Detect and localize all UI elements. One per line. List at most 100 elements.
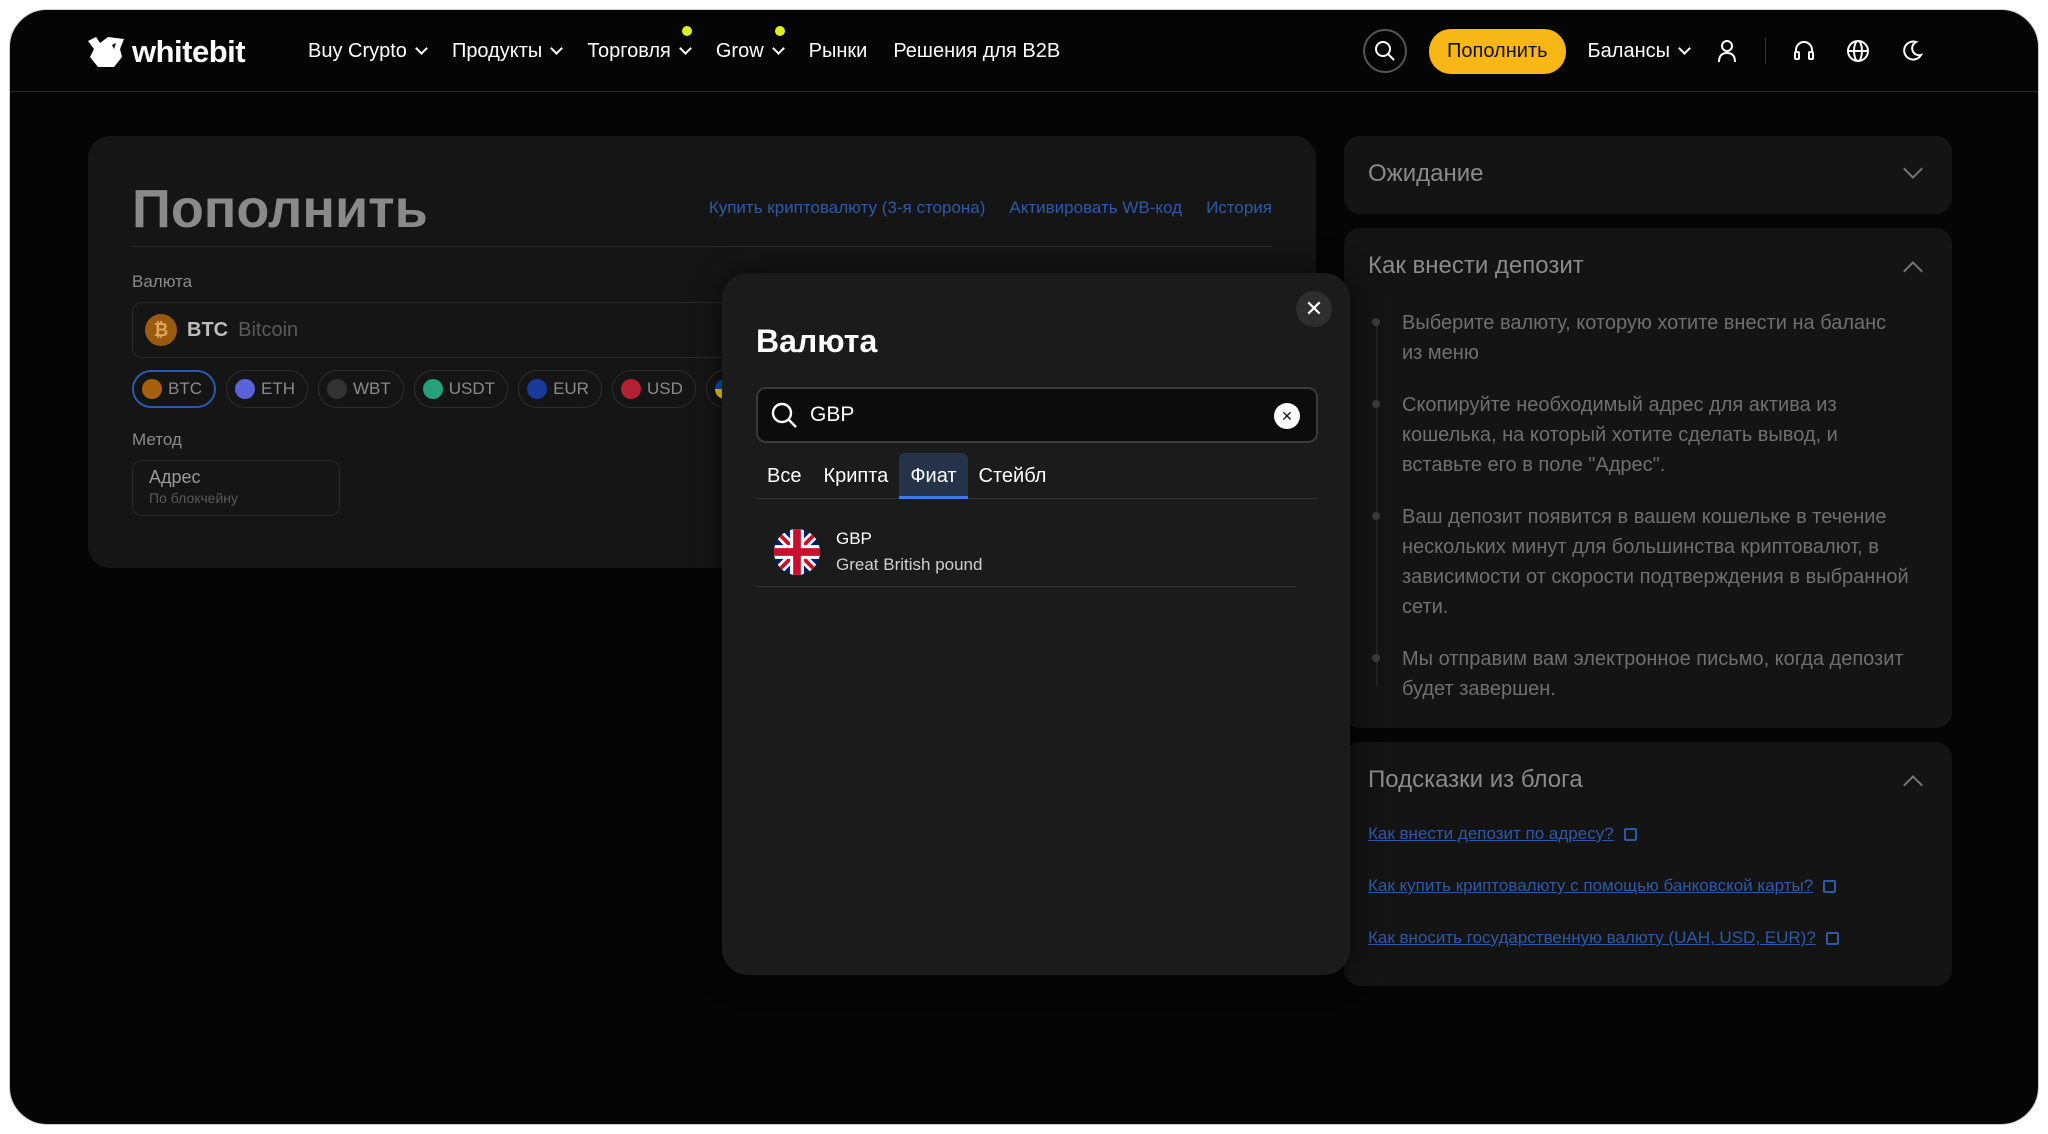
- currency-modal: ✕ Валюта GBP ✕ Все Крипта Фиат Стейбл GB…: [722, 273, 1350, 975]
- external-link-icon: [1823, 879, 1837, 893]
- how-to-step: Скопируйте необходимый адрес для актива …: [1368, 390, 1912, 480]
- nav-b2b[interactable]: Решения для B2B: [893, 40, 1060, 63]
- selected-currency-code: BTC: [187, 318, 229, 341]
- blog-links: Как внести депозит по адресу? Как купить…: [1368, 824, 1839, 980]
- pending-title: Ожидание: [1368, 160, 1484, 187]
- clear-search-button[interactable]: ✕: [1274, 403, 1300, 429]
- new-indicator-dot: [774, 25, 785, 36]
- how-to-deposit-panel: Как внести депозит Выберите валюту, кото…: [1344, 228, 1952, 728]
- pending-panel[interactable]: Ожидание: [1344, 136, 1952, 214]
- currency-result-row[interactable]: GBP Great British pound: [756, 517, 1296, 587]
- tab-all[interactable]: Все: [756, 453, 812, 499]
- chip-eur[interactable]: EUR: [518, 370, 602, 408]
- chevron-down-icon: [678, 42, 692, 55]
- eth-coin-icon: [235, 379, 255, 399]
- blog-title[interactable]: Подсказки из блога: [1368, 766, 1583, 794]
- chip-eth[interactable]: ETH: [226, 370, 308, 408]
- currency-name: Great British pound: [836, 554, 983, 574]
- currency-code: GBP: [836, 528, 872, 548]
- chevron-down-icon: [771, 42, 785, 55]
- us-flag-icon: [620, 379, 641, 399]
- usdt-coin-icon: [422, 379, 443, 399]
- btc-coin-icon: [142, 379, 162, 399]
- blog-link[interactable]: Как купить криптовалюту с помощью банков…: [1368, 876, 1839, 896]
- nav-buy-crypto[interactable]: Buy Crypto: [308, 39, 428, 63]
- eu-flag-icon: [527, 379, 548, 399]
- nav-label: Buy Crypto: [308, 39, 407, 62]
- new-indicator-dot: [681, 25, 692, 36]
- nav-grow[interactable]: Grow: [716, 25, 785, 63]
- how-to-step: Ваш депозит появится в вашем кошельке в …: [1368, 502, 1912, 622]
- how-to-title[interactable]: Как внести депозит: [1368, 252, 1584, 280]
- close-modal-button[interactable]: ✕: [1296, 291, 1332, 327]
- method-subtitle: По блокчейну: [149, 490, 238, 506]
- activate-wb-code-link[interactable]: Активировать WB-код: [1009, 198, 1182, 218]
- nav-trading[interactable]: Торговля: [587, 25, 692, 63]
- page-title: Пополнить: [132, 179, 428, 239]
- method-option-address[interactable]: Адрес По блокчейну: [132, 460, 340, 516]
- chip-usdt[interactable]: USDT: [413, 370, 509, 408]
- tab-crypto[interactable]: Крипта: [812, 453, 899, 499]
- currency-type-tabs: Все Крипта Фиат Стейбл: [756, 453, 1318, 499]
- chip-label: BTC: [168, 379, 202, 398]
- profile-button[interactable]: [1711, 35, 1743, 67]
- top-navbar: whitebit Buy Crypto Продукты Торговля Gr…: [10, 10, 2038, 92]
- search-button[interactable]: [1363, 29, 1408, 73]
- support-button[interactable]: [1788, 35, 1820, 67]
- tab-fiat[interactable]: Фиат: [899, 453, 968, 499]
- chevron-down-icon: [1903, 159, 1923, 179]
- search-icon: [771, 402, 797, 428]
- deposit-button[interactable]: Пополнить: [1429, 28, 1566, 74]
- theme-toggle[interactable]: [1896, 35, 1928, 67]
- blog-link-text: Как внести депозит по адресу?: [1368, 824, 1614, 843]
- logo-text: whitebit: [132, 34, 246, 69]
- balances-dropdown[interactable]: Балансы: [1587, 39, 1691, 63]
- chevron-up-icon[interactable]: [1903, 775, 1923, 795]
- chevron-up-icon[interactable]: [1903, 261, 1923, 281]
- chip-label: USD: [646, 379, 683, 398]
- quick-currency-chips: BTC ETH WBT USDT EUR USD: [132, 370, 748, 408]
- language-button[interactable]: [1842, 35, 1874, 67]
- chip-label: USDT: [448, 379, 496, 398]
- tab-stable[interactable]: Стейбл: [968, 453, 1058, 499]
- blog-link-text: Как вносить государственную валюту (UAH,…: [1368, 928, 1816, 947]
- app-window: whitebit Buy Crypto Продукты Торговля Gr…: [9, 9, 2039, 1125]
- blog-tips-panel: Подсказки из блога Как внести депозит по…: [1344, 742, 1952, 986]
- uk-flag-icon: [774, 528, 820, 575]
- currency-label: Валюта: [132, 272, 193, 291]
- nav-label: Рынки: [808, 39, 868, 62]
- nav-label: Торговля: [587, 39, 671, 62]
- btc-coin-icon: ₿: [145, 314, 177, 346]
- logo[interactable]: whitebit: [86, 34, 246, 70]
- close-icon: ✕: [1304, 296, 1324, 321]
- close-icon: ✕: [1281, 407, 1293, 424]
- external-link-icon: [1825, 931, 1839, 945]
- chip-usd[interactable]: USD: [611, 370, 696, 408]
- chevron-down-icon: [1678, 42, 1691, 55]
- how-to-step: Выберите валюту, которую хотите внести н…: [1368, 308, 1912, 368]
- divider: [1765, 38, 1766, 64]
- nav-markets[interactable]: Рынки: [809, 40, 868, 63]
- blog-link-text: Как купить криптовалюту с помощью банков…: [1368, 876, 1814, 895]
- buy-crypto-third-party-link[interactable]: Купить криптовалюту (3-я сторона): [709, 198, 986, 218]
- chip-wbt[interactable]: WBT: [318, 370, 404, 408]
- user-icon: [1718, 40, 1736, 63]
- method-label: Метод: [132, 430, 182, 449]
- chevron-down-icon: [550, 42, 564, 55]
- balances-label: Балансы: [1587, 39, 1670, 62]
- history-link[interactable]: История: [1206, 198, 1272, 218]
- nav-products[interactable]: Продукты: [451, 39, 564, 63]
- blog-link[interactable]: Как внести депозит по адресу?: [1368, 824, 1839, 844]
- chip-btc[interactable]: BTC: [132, 370, 216, 408]
- chip-label: ETH: [261, 379, 295, 398]
- currency-search-input[interactable]: GBP ✕: [756, 387, 1318, 443]
- currency-result-text: GBP Great British pound: [836, 529, 982, 575]
- support-icon: [1794, 41, 1814, 60]
- blog-link[interactable]: Как вносить государственную валюту (UAH,…: [1368, 928, 1839, 948]
- nav-label: Продукты: [451, 39, 543, 62]
- search-value: GBP: [810, 403, 855, 426]
- deposit-links: Купить криптовалюту (3-я сторона) Активи…: [709, 198, 1272, 218]
- divider: [132, 246, 1272, 247]
- main-nav: Buy Crypto Продукты Торговля Grow Рынки: [308, 10, 1060, 92]
- how-to-step: Мы отправим вам электронное письмо, когд…: [1368, 644, 1912, 704]
